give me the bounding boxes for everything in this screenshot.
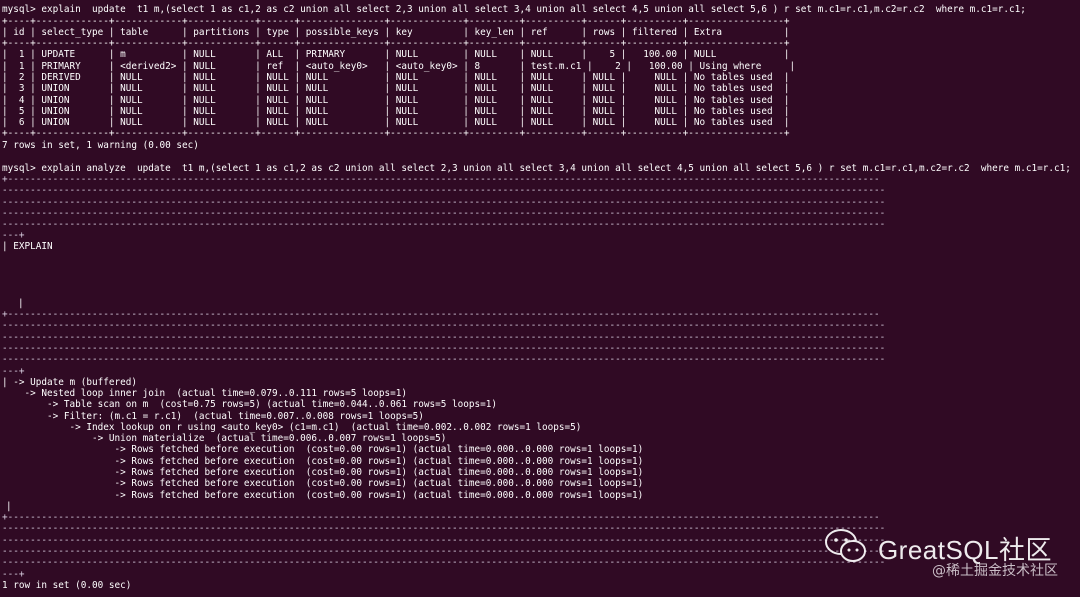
border-dashes: ----------------------------------------… xyxy=(2,197,886,208)
plan-line: -> Rows fetched before execution (cost=0… xyxy=(2,467,644,478)
border-dashes: ----------------------------------------… xyxy=(2,546,886,557)
plan-line: -> Nested loop inner join (actual time=0… xyxy=(2,388,408,399)
column-pipe: | xyxy=(6,501,12,512)
result-summary: 1 row in set (0.00 sec) xyxy=(2,580,132,591)
border-end: ---+ xyxy=(2,569,25,580)
plan-line: -> Table scan on m (cost=0.75 rows=5) (a… xyxy=(2,399,498,410)
result-border-mid: +---------------------------------------… xyxy=(2,309,880,320)
command-line-explain-analyze: mysql> explain analyze update t1 m,(sele… xyxy=(2,163,1071,174)
result-border-top: +---------------------------------------… xyxy=(2,174,880,185)
table-row: | 2 | DERIVED | NULL | NULL | NULL | NUL… xyxy=(2,72,790,83)
border-dashes: ----------------------------------------… xyxy=(2,557,886,568)
result-border-bottom: +---------------------------------------… xyxy=(2,512,880,523)
result-summary: 7 rows in set, 1 warning (0.00 sec) xyxy=(2,140,199,151)
table-header: | id | select_type | table | partitions … xyxy=(2,27,790,38)
table-row: | 5 | UNION | NULL | NULL | NULL | NULL … xyxy=(2,106,790,117)
plan-line: -> Rows fetched before execution (cost=0… xyxy=(2,478,644,489)
table-row: | 3 | UNION | NULL | NULL | NULL | NULL … xyxy=(2,83,790,94)
border-dashes: ----------------------------------------… xyxy=(2,354,886,365)
border-dashes: ----------------------------------------… xyxy=(2,332,886,343)
table-border-top: +----+-------------+------------+-------… xyxy=(2,16,790,27)
table-border-mid: +----+-------------+------------+-------… xyxy=(2,38,790,49)
result-header-explain: | EXPLAIN xyxy=(2,241,53,252)
plan-line: -> Rows fetched before execution (cost=0… xyxy=(2,490,644,501)
column-pipe: | xyxy=(18,298,24,309)
border-dashes: ----------------------------------------… xyxy=(2,185,886,196)
table-row: | 1 | PRIMARY | <derived2> | NULL | ref … xyxy=(2,61,796,72)
border-dashes: ----------------------------------------… xyxy=(2,523,886,534)
table-row: | 1 | UPDATE | m | NULL | ALL | PRIMARY … xyxy=(2,49,790,60)
plan-line: -> Filter: (m.c1 = r.c1) (actual time=0.… xyxy=(2,411,424,422)
plan-line: -> Rows fetched before execution (cost=0… xyxy=(2,444,644,455)
border-dashes: ----------------------------------------… xyxy=(2,320,886,331)
table-border-bottom: +----+-------------+------------+-------… xyxy=(2,128,790,139)
border-dashes: ----------------------------------------… xyxy=(2,535,886,546)
border-dashes: ----------------------------------------… xyxy=(2,343,886,354)
terminal-output[interactable]: mysql> explain update t1 m,(select 1 as … xyxy=(0,0,1080,597)
plan-line: -> Union materialize (actual time=0.006.… xyxy=(2,433,447,444)
plan-line: -> Index lookup on r using <auto_key0> (… xyxy=(2,422,582,433)
border-end: ---+ xyxy=(2,230,25,241)
border-dashes: ----------------------------------------… xyxy=(2,219,886,230)
plan-line: | -> Update m (buffered) xyxy=(2,377,138,388)
border-end: ---+ xyxy=(2,366,25,377)
border-dashes: ----------------------------------------… xyxy=(2,208,886,219)
plan-line: -> Rows fetched before execution (cost=0… xyxy=(2,456,644,467)
wechat-icon xyxy=(824,528,868,569)
table-row: | 4 | UNION | NULL | NULL | NULL | NULL … xyxy=(2,95,790,106)
command-line-explain: mysql> explain update t1 m,(select 1 as … xyxy=(2,4,1026,15)
table-row: | 6 | UNION | NULL | NULL | NULL | NULL … xyxy=(2,117,790,128)
watermark-subtext: @稀土掘金技术社区 xyxy=(932,563,1058,579)
